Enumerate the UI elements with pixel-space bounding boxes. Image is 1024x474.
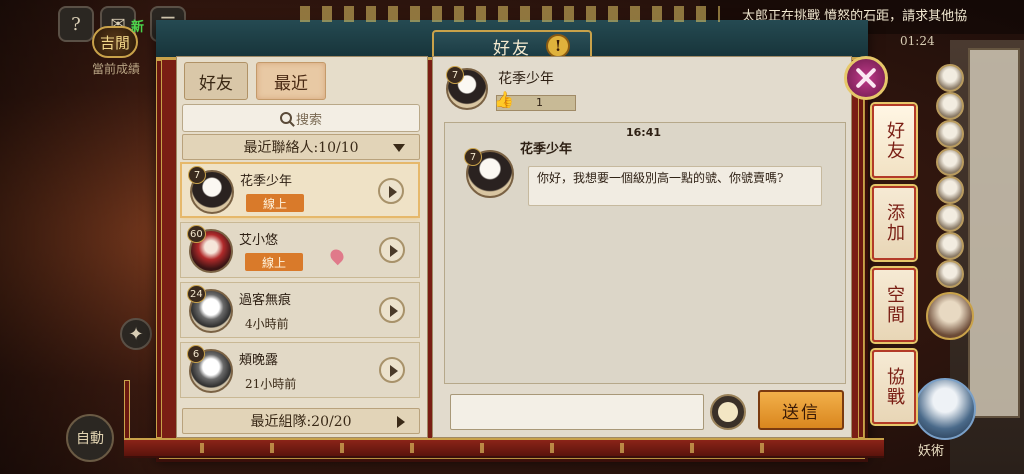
team-avatar[interactable] [936, 92, 964, 120]
contact-row[interactable]: 24 過客無痕 4小時前 [180, 282, 420, 338]
side-tab-assist[interactable]: 協戰 [872, 350, 916, 424]
recent-contacts-label: 最近聯絡人:10/10 [243, 140, 359, 156]
team-avatar[interactable] [936, 176, 964, 204]
chevron-right-icon[interactable] [378, 178, 404, 204]
side-tab-friends[interactable]: 好友 [872, 104, 916, 178]
current-score-label: 當前成績 [92, 62, 141, 76]
search-icon [279, 112, 292, 124]
level-badge: 7 [464, 148, 482, 166]
level-badge: 6 [187, 345, 205, 363]
chevron-down-icon [393, 144, 405, 152]
chevron-right-icon[interactable] [379, 357, 405, 383]
message-sender: 花季少年 [520, 142, 573, 157]
contact-row[interactable]: 6 頰晚露 21小時前 [180, 342, 420, 398]
bg-paper-scroll [968, 48, 1020, 418]
team-avatar[interactable] [936, 120, 964, 148]
team-avatar[interactable] [936, 260, 964, 288]
bottom-ornament [200, 443, 820, 453]
frame-pole-right [858, 60, 864, 438]
contact-name: 頰晚露 [239, 353, 279, 368]
info-icon[interactable]: ! [546, 34, 570, 58]
contact-row[interactable]: 60 艾小悠 線上 [180, 222, 420, 278]
yaoshu-skill-icon[interactable] [914, 378, 976, 440]
tab-friends[interactable]: 好友 [184, 62, 248, 100]
compass-icon[interactable]: ✦ [120, 318, 152, 350]
chat-input[interactable] [450, 394, 704, 430]
tab-recent[interactable]: 最近 [256, 62, 326, 100]
recent-team-header[interactable]: 最近組隊:20/20 [182, 408, 420, 434]
send-button[interactable]: 送信 [758, 390, 844, 430]
friend-name: 花季少年 [498, 71, 554, 87]
contact-name: 過客無痕 [239, 293, 292, 308]
battle-timer: 01:24 [900, 34, 935, 48]
like-count: 1 [536, 96, 543, 109]
team-avatar[interactable] [936, 232, 964, 260]
shikigami-portrait[interactable] [926, 292, 974, 340]
level-badge: 24 [187, 285, 206, 303]
chevron-right-icon[interactable] [379, 237, 405, 263]
chevron-right-icon[interactable] [379, 297, 405, 323]
last-online-time: 4小時前 [245, 317, 289, 331]
chevron-right-icon [397, 416, 405, 428]
contact-name: 花季少年 [240, 174, 293, 189]
pin-icon [327, 246, 347, 266]
crane-decoration [300, 6, 720, 22]
recent-team-label: 最近組隊:20/20 [250, 414, 352, 430]
level-badge: 7 [188, 166, 206, 184]
contact-list[interactable]: 7 花季少年 線上 60 艾小悠 線上 24 過客無痕 4小時前 6 頰晚露 2… [180, 162, 420, 402]
side-tab-add[interactable]: 添加 [872, 186, 916, 260]
auto-button[interactable]: 自動 [66, 414, 114, 462]
help-icon[interactable]: ? [58, 6, 94, 42]
thumbs-up-icon[interactable]: 👍 [494, 90, 514, 110]
level-badge: 7 [446, 66, 464, 84]
level-badge: 60 [187, 225, 206, 243]
status-online-badge: 線上 [245, 253, 303, 271]
chat-timestamp: 16:41 [626, 126, 662, 139]
emoji-icon [718, 402, 738, 422]
team-avatar[interactable] [936, 204, 964, 232]
emoji-button[interactable] [710, 394, 746, 430]
frame-pole-left [156, 60, 162, 438]
search-input[interactable]: 搜索 [182, 104, 420, 132]
team-avatar[interactable] [936, 148, 964, 176]
last-online-time: 21小時前 [245, 377, 297, 391]
side-tab-space[interactable]: 空間 [872, 268, 916, 342]
message-bubble: 你好，我想要一個級別高一點的號、你號賣嗎? [528, 166, 822, 206]
contact-row[interactable]: 7 花季少年 線上 [180, 162, 420, 218]
yaoshu-label: 妖術 [918, 444, 945, 459]
team-avatar[interactable] [936, 64, 964, 92]
search-placeholder: 搜索 [295, 112, 322, 128]
recent-contacts-header[interactable]: 最近聯絡人:10/10 [182, 134, 420, 160]
close-button[interactable] [844, 56, 888, 100]
contact-name: 艾小悠 [239, 233, 279, 248]
new-badge: 新 [131, 20, 145, 35]
status-online-badge: 線上 [246, 194, 304, 212]
dialog-title: 好友 [493, 38, 531, 59]
